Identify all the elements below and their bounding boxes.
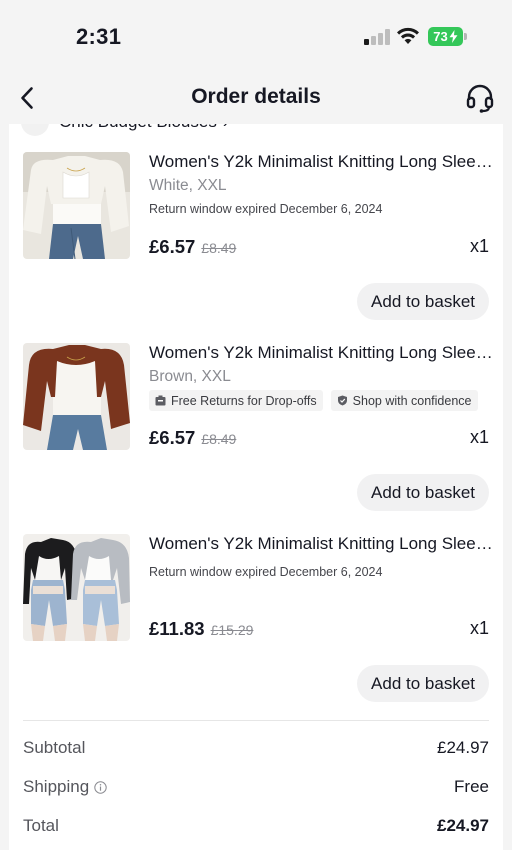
total-label: Total: [23, 816, 59, 835]
chevron-right-icon: ›: [223, 124, 229, 132]
shop-avatar: [21, 124, 49, 136]
page-title: Order details: [191, 85, 321, 108]
shop-name: Chic Budget Blouses: [59, 124, 217, 132]
summary-divider: [23, 720, 489, 721]
original-price: £15.29: [210, 622, 254, 638]
price-group: £11.83 £15.29: [149, 618, 253, 640]
battery-level: 73: [433, 29, 448, 44]
shipping-row: Shipping Free: [23, 777, 489, 797]
status-bar: 2:31 73: [0, 0, 512, 72]
product-title[interactable]: Women's Y2k Minimalist Knitting Long Sle…: [149, 343, 495, 363]
total-value: £24.97: [437, 816, 489, 835]
quantity: x1: [469, 618, 489, 638]
subtotal-label: Subtotal: [23, 738, 86, 757]
quantity: x1: [469, 427, 489, 447]
wifi-icon: [397, 27, 419, 44]
original-price: £8.49: [201, 240, 237, 256]
header-bar: Order details: [0, 72, 512, 124]
total-row: Total £24.97: [23, 816, 489, 836]
product-tags: Free Returns for Drop-offs Shop with con…: [149, 390, 478, 411]
product-thumbnail-brown-sweater[interactable]: [23, 343, 130, 450]
price-group: £6.57 £8.49: [149, 427, 236, 449]
tag-label: Shop with confidence: [352, 393, 472, 408]
order-item: Women's Y2k Minimalist Knitting Long Sle…: [9, 534, 503, 714]
cellular-signal-icon: [364, 29, 390, 45]
order-item: Women's Y2k Minimalist Knitting Long Sle…: [9, 152, 503, 332]
product-title[interactable]: Women's Y2k Minimalist Knitting Long Sle…: [149, 534, 495, 554]
free-returns-tag: Free Returns for Drop-offs: [149, 390, 323, 411]
headset-icon[interactable]: [464, 82, 496, 114]
add-to-basket-button[interactable]: Add to basket: [357, 665, 489, 702]
subtotal-value: £24.97: [437, 738, 489, 757]
package-return-icon: [155, 395, 166, 406]
battery-indicator: 73: [428, 27, 463, 46]
product-thumbnail-white-sweater[interactable]: [23, 152, 130, 259]
return-window-note: Return window expired December 6, 2024: [149, 565, 383, 579]
tag-label: Free Returns for Drop-offs: [171, 393, 317, 408]
price-group: £6.57 £8.49: [149, 236, 236, 258]
charging-bolt-icon: [449, 30, 458, 43]
order-item: Women's Y2k Minimalist Knitting Long Sle…: [9, 343, 503, 523]
return-window-note: Return window expired December 6, 2024: [149, 202, 383, 216]
status-time: 2:31: [76, 24, 122, 49]
shield-icon: [337, 395, 347, 406]
current-price: £11.83: [149, 618, 205, 639]
product-variant: White, XXL: [149, 177, 227, 194]
add-to-basket-button[interactable]: Add to basket: [357, 474, 489, 511]
current-price: £6.57: [149, 427, 196, 448]
order-card: Chic Budget Blouses › Women's Y2k Minima…: [9, 124, 503, 850]
battery-tip: [464, 33, 467, 40]
shipping-value: Free: [454, 777, 489, 796]
shipping-label: Shipping: [23, 777, 90, 796]
product-title[interactable]: Women's Y2k Minimalist Knitting Long Sle…: [149, 152, 495, 172]
product-thumbnail-black-grey-sweaters[interactable]: [23, 534, 130, 641]
shop-confidence-tag: Shop with confidence: [330, 390, 478, 411]
shop-link[interactable]: Chic Budget Blouses ›: [21, 124, 229, 136]
shipping-label-group: Shipping: [23, 777, 107, 797]
add-to-basket-button[interactable]: Add to basket: [357, 283, 489, 320]
product-variant: Brown, XXL: [149, 368, 231, 385]
current-price: £6.57: [149, 236, 196, 257]
quantity: x1: [469, 236, 489, 256]
subtotal-row: Subtotal £24.97: [23, 738, 489, 758]
info-icon[interactable]: [94, 780, 107, 794]
original-price: £8.49: [201, 431, 237, 447]
